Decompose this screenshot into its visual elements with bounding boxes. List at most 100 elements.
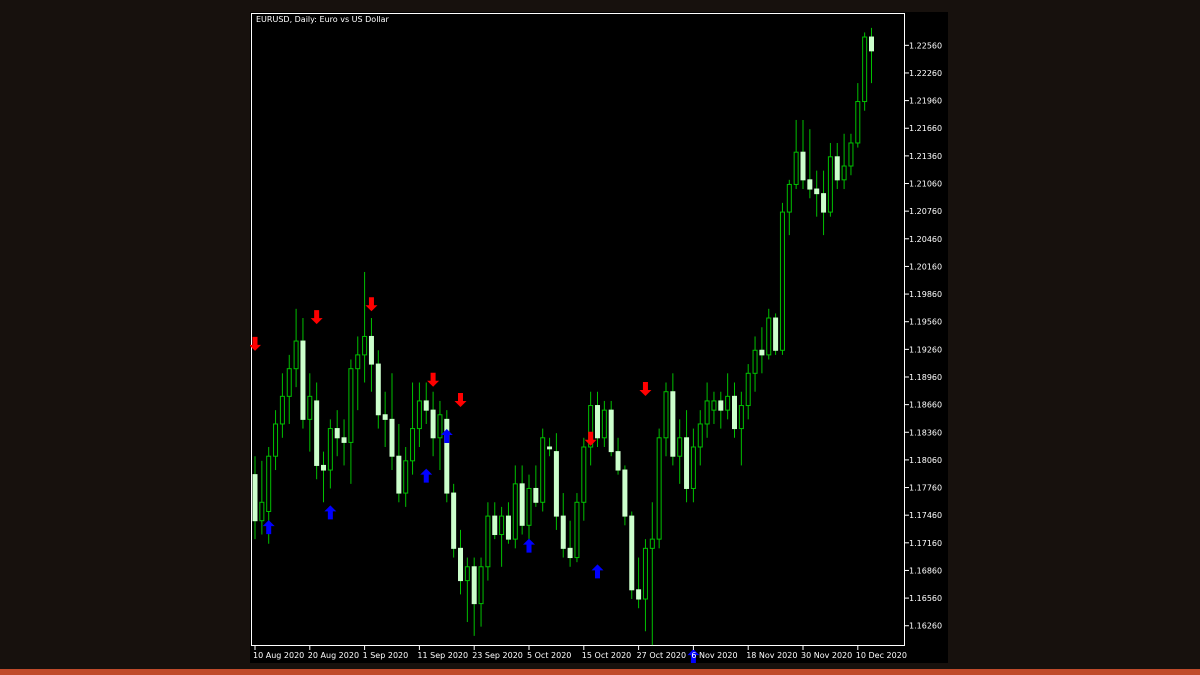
price-tick-label: 1.21060 bbox=[909, 180, 942, 189]
price-tick-label: 1.18660 bbox=[909, 401, 942, 410]
candle-body-up bbox=[690, 446, 696, 489]
buy-arrow-icon bbox=[440, 428, 453, 443]
candle-body-up bbox=[841, 165, 847, 181]
candle-body-down bbox=[821, 193, 827, 213]
candle-body-up bbox=[286, 368, 292, 397]
price-tick-label: 1.16560 bbox=[909, 594, 942, 603]
candle-body-down bbox=[834, 156, 840, 181]
date-tick-label: 10 Aug 2020 bbox=[253, 651, 304, 660]
candle-body-up bbox=[711, 400, 717, 411]
buy-arrow-icon bbox=[420, 468, 433, 483]
buy-arrow-icon bbox=[523, 538, 535, 553]
date-tick-label: 1 Sep 2020 bbox=[363, 651, 409, 660]
candle-body-up bbox=[574, 501, 580, 559]
sell-arrow-icon bbox=[639, 381, 652, 396]
date-tick-label: 11 Sep 2020 bbox=[417, 651, 468, 660]
candle-body-down bbox=[458, 547, 463, 582]
candle-body-down bbox=[615, 451, 621, 471]
candle-body-up bbox=[485, 515, 491, 568]
candle-body-down bbox=[732, 395, 737, 430]
candle-body-down bbox=[759, 349, 765, 356]
candle-body-down bbox=[451, 492, 457, 549]
candle-body-up bbox=[827, 156, 833, 213]
date-tick-label: 10 Dec 2020 bbox=[856, 651, 907, 660]
candle-body-down bbox=[560, 515, 566, 549]
price-tick-label: 1.18360 bbox=[909, 428, 942, 437]
bottom-accent-bar bbox=[0, 669, 1200, 675]
candle-body-up bbox=[279, 395, 285, 425]
time-axis: 10 Aug 2020 20 Aug 2020 1 Sep 2020 11 Sep 2… bbox=[253, 646, 907, 660]
candle-body-up bbox=[416, 400, 422, 430]
candle-body-up bbox=[327, 428, 333, 471]
price-tick-label: 1.17460 bbox=[909, 511, 942, 520]
candle-body-up bbox=[848, 142, 854, 167]
candle-body-up bbox=[656, 437, 662, 540]
candle-body-up bbox=[663, 391, 669, 439]
price-tick-label: 1.20760 bbox=[909, 207, 942, 216]
date-tick-label: 27 Oct 2020 bbox=[637, 651, 686, 660]
sell-arrow-icon bbox=[427, 372, 440, 387]
candle-body-up bbox=[793, 151, 799, 185]
date-tick-label: 18 Nov 2020 bbox=[746, 651, 797, 660]
buy-arrow-icon bbox=[324, 505, 337, 520]
price-tick-label: 1.16860 bbox=[909, 566, 942, 575]
sell-arrow-icon bbox=[584, 431, 597, 446]
candle-body-up bbox=[307, 395, 313, 420]
candle-body-up bbox=[499, 515, 505, 536]
candle-body-down bbox=[807, 179, 813, 190]
price-tick-label: 1.21960 bbox=[909, 97, 942, 106]
candle-body-up bbox=[437, 414, 443, 439]
chart-window[interactable]: EURUSD, Daily: Euro vs US Dollar 1.22560… bbox=[250, 12, 948, 663]
candle-body-up bbox=[786, 183, 792, 213]
candle-body-down bbox=[519, 483, 525, 526]
candle-body-down bbox=[869, 36, 874, 52]
price-tick-label: 1.20160 bbox=[909, 262, 942, 271]
candle-body-down bbox=[547, 446, 553, 450]
candle-body-down bbox=[567, 547, 573, 559]
candle-body-up bbox=[738, 405, 744, 430]
candle-body-up bbox=[862, 36, 868, 103]
candle-body-up bbox=[273, 423, 279, 457]
candle-body-up bbox=[642, 547, 648, 600]
price-tick-label: 1.17760 bbox=[909, 484, 942, 493]
candles bbox=[252, 27, 874, 646]
candle-body-down bbox=[814, 188, 820, 195]
candle-body-up bbox=[697, 423, 703, 448]
candle-body-up bbox=[512, 483, 518, 540]
candle-body-up bbox=[677, 437, 683, 457]
chart-title: EURUSD, Daily: Euro vs US Dollar bbox=[256, 15, 390, 24]
price-chart[interactable]: EURUSD, Daily: Euro vs US Dollar 1.22560… bbox=[250, 12, 948, 663]
candle-body-down bbox=[595, 405, 600, 439]
candle-body-up bbox=[348, 368, 354, 443]
date-tick-label: 30 Nov 2020 bbox=[801, 651, 852, 660]
candle-body-up bbox=[581, 446, 587, 503]
date-tick-label: 5 Oct 2020 bbox=[527, 651, 571, 660]
candle-body-up bbox=[259, 501, 265, 522]
candle-body-down bbox=[800, 151, 806, 181]
price-tick-label: 1.21660 bbox=[909, 124, 942, 133]
price-tick-label: 1.16260 bbox=[909, 622, 942, 631]
candle-body-down bbox=[252, 474, 258, 522]
price-tick-label: 1.19260 bbox=[909, 345, 942, 354]
candle-body-up bbox=[266, 455, 272, 512]
candle-body-up bbox=[362, 335, 368, 356]
candle-body-down bbox=[505, 515, 511, 540]
buy-arrow-icon bbox=[262, 520, 275, 535]
candle-body-down bbox=[389, 418, 395, 457]
candle-body-down bbox=[670, 391, 676, 457]
candle-body-down bbox=[773, 317, 779, 351]
candle-body-down bbox=[608, 409, 614, 453]
date-tick-label: 23 Sep 2020 bbox=[472, 651, 523, 660]
candle-body-up bbox=[779, 211, 785, 351]
candle-body-down bbox=[341, 437, 347, 443]
candle-body-up bbox=[649, 538, 655, 549]
candle-body-down bbox=[622, 469, 628, 517]
candle-body-up bbox=[725, 395, 731, 411]
candle-body-up bbox=[410, 428, 416, 462]
candle-body-down bbox=[533, 487, 539, 503]
price-tick-label: 1.18060 bbox=[909, 456, 942, 465]
candle-body-up bbox=[403, 460, 409, 494]
candle-body-down bbox=[423, 400, 429, 411]
candle-body-up bbox=[464, 566, 470, 582]
date-tick-label: 15 Oct 2020 bbox=[582, 651, 631, 660]
